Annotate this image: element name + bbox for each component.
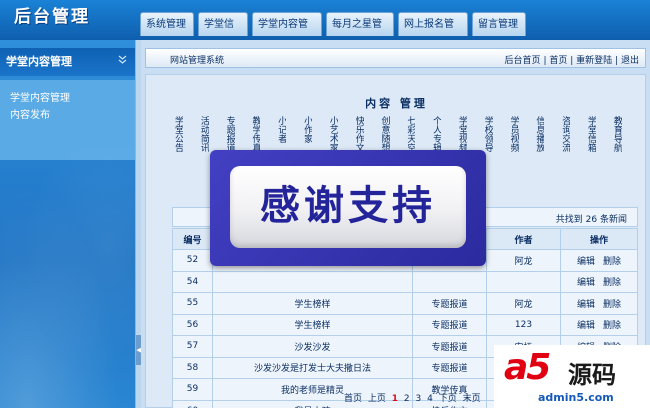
pager-next[interactable]: 下页: [439, 394, 457, 404]
category-link[interactable]: 学堂公告: [172, 116, 183, 162]
pager-page[interactable]: 2: [404, 394, 410, 404]
link-logout[interactable]: 退出: [621, 56, 639, 66]
edit-button[interactable]: 编辑: [577, 257, 595, 267]
sidebar-item-content-management[interactable]: 学堂内容管理: [0, 90, 135, 107]
pager-page-current[interactable]: 1: [392, 394, 398, 404]
app-logo: 后台管理: [14, 7, 90, 27]
top-header: 后台管理 系统管理 学堂信息 学堂内容管理 每月之星管理 网上报名管理 留言管理: [0, 0, 650, 53]
row-category: 专题报道: [412, 335, 487, 358]
count-prefix: 共找到: [555, 215, 583, 225]
row-actions: 编辑删除: [560, 249, 638, 272]
separator: |: [570, 56, 574, 66]
link-admin-home[interactable]: 后台首页: [505, 56, 541, 66]
tab-monthly-star[interactable]: 每月之星管理: [326, 12, 394, 53]
double-chevron-down-icon[interactable]: [118, 48, 127, 76]
separator: |: [543, 56, 547, 66]
row-id: 52: [172, 249, 213, 272]
tab-content-management[interactable]: 学堂内容管理: [252, 12, 322, 53]
edit-button[interactable]: 编辑: [577, 278, 595, 288]
main-header-bar: 网站管理系统 后台首页 | 首页 | 重新登陆 | 退出: [145, 48, 646, 68]
table-row: 54 编辑 删除: [172, 270, 638, 293]
delete-button[interactable]: 删除: [603, 257, 621, 267]
delete-button[interactable]: 删除: [603, 300, 621, 310]
thank-you-overlay: 感谢支持: [210, 150, 486, 266]
table-row: 55 学生榜样 专题报道 阿龙 编辑 删除: [172, 292, 638, 315]
watermark-logo: a5 源码 admin5.com: [494, 345, 650, 408]
edit-button[interactable]: 编辑: [577, 321, 595, 331]
result-count: 共找到 26 条新闻: [556, 212, 627, 225]
row-category: 专题报道: [412, 356, 487, 379]
row-actions: 编辑删除: [560, 313, 638, 336]
row-title[interactable]: 沙发沙发: [212, 335, 413, 358]
table-row: 56 学生榜样 专题报道 123 编辑 删除: [172, 313, 638, 336]
sidebar-item-publish[interactable]: 内容发布: [0, 107, 135, 124]
category-link[interactable]: 教育导航: [611, 116, 622, 162]
category-link[interactable]: 咨询交流: [559, 116, 570, 162]
row-author: 阿龙: [486, 249, 561, 272]
category-link[interactable]: 信息播放: [533, 116, 544, 162]
row-title[interactable]: 学生榜样: [212, 292, 413, 315]
link-relogin[interactable]: 重新登陆: [576, 56, 612, 66]
row-id: 59: [172, 378, 213, 401]
page-title: 内容 管理: [365, 97, 428, 110]
tab-system[interactable]: 系统管理: [140, 12, 194, 36]
watermark-brand-cn: 源码: [568, 361, 616, 389]
sidebar-background: [0, 148, 135, 408]
thank-you-text: 感谢支持: [260, 183, 436, 229]
tab-online-registration[interactable]: 网上报名管理: [398, 12, 468, 53]
count-suffix: 条新闻: [599, 215, 627, 225]
pagination: 首页 上页 1 2 3 4 下页 末页: [344, 391, 484, 404]
row-category: [412, 270, 487, 293]
pager-prev[interactable]: 上页: [368, 394, 386, 404]
pager-page[interactable]: 3: [416, 394, 422, 404]
delete-button[interactable]: 删除: [603, 321, 621, 331]
row-author: 123: [486, 313, 561, 336]
category-link[interactable]: 学堂信箱: [585, 116, 596, 162]
row-id: 56: [172, 313, 213, 336]
separator: |: [615, 56, 619, 66]
col-author: 作者: [486, 228, 561, 250]
edit-button[interactable]: 编辑: [577, 300, 595, 310]
count-value: 26: [585, 215, 598, 225]
tab-guestbook[interactable]: 留言管理: [472, 12, 526, 36]
sidebar: 学堂内容管理 学堂内容管理 内容发布: [0, 40, 135, 408]
col-actions: 操作: [560, 228, 638, 250]
category-link[interactable]: 活动简讯: [198, 116, 209, 162]
sidebar-header[interactable]: 学堂内容管理: [0, 48, 135, 76]
row-id: 54: [172, 270, 213, 293]
row-category: 专题报道: [412, 292, 487, 315]
site-title: 网站管理系统: [170, 56, 225, 66]
watermark-url: admin5.com: [538, 391, 614, 404]
watermark-brand: a5: [504, 347, 551, 388]
main-nav: 系统管理 学堂信息 学堂内容管理 每月之星管理 网上报名管理 留言管理: [140, 12, 526, 53]
row-title[interactable]: [212, 270, 413, 293]
thank-you-badge: 感谢支持: [230, 166, 466, 248]
row-actions: 编辑删除: [560, 292, 638, 315]
row-id: 58: [172, 356, 213, 379]
row-title[interactable]: 沙发沙发是打发士大夫撒日法: [212, 356, 413, 379]
row-id: 57: [172, 335, 213, 358]
row-category: 专题报道: [412, 313, 487, 336]
category-link[interactable]: 学员视频: [508, 116, 519, 162]
col-id: 编号: [172, 228, 213, 250]
row-id: 60: [172, 399, 213, 408]
row-title[interactable]: 学生榜样: [212, 313, 413, 336]
link-home[interactable]: 首页: [549, 56, 567, 66]
row-actions: 编辑删除: [560, 270, 638, 293]
pager-first[interactable]: 首页: [344, 394, 362, 404]
row-author: [486, 270, 561, 293]
header-links: 后台首页 | 首页 | 重新登陆 | 退出: [505, 53, 639, 66]
row-author: 阿龙: [486, 292, 561, 315]
tab-school-info[interactable]: 学堂信息: [198, 12, 248, 53]
sidebar-title: 学堂内容管理: [6, 55, 72, 68]
row-id: 55: [172, 292, 213, 315]
delete-button[interactable]: 删除: [603, 278, 621, 288]
pager-last[interactable]: 末页: [463, 394, 481, 404]
pager-page[interactable]: 4: [427, 394, 433, 404]
